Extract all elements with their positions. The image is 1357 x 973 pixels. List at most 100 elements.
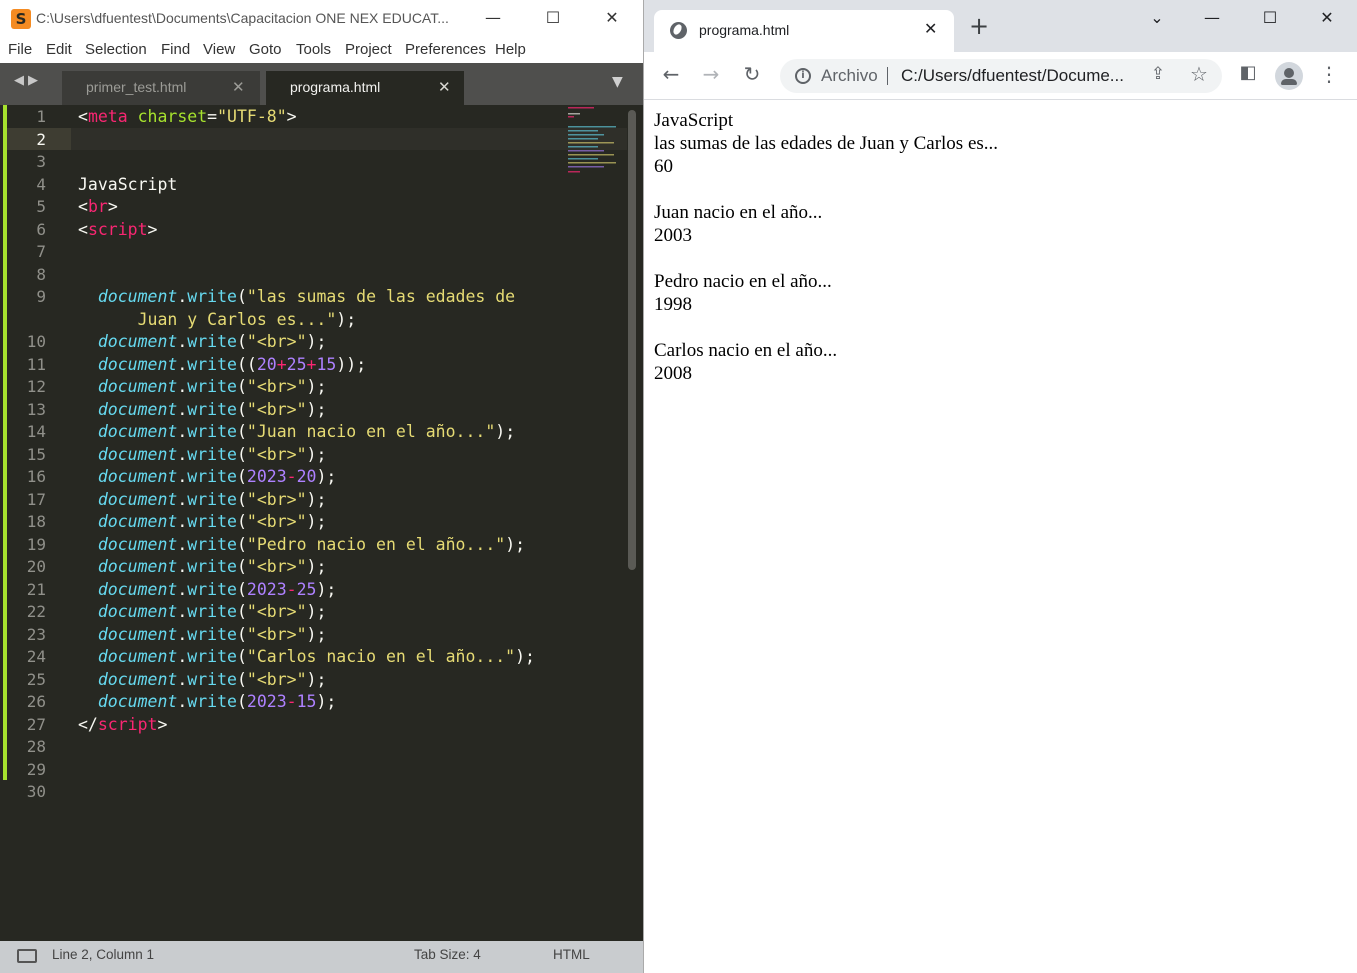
code-line-9-wrap: Juan y Carlos es..."); — [137, 310, 357, 329]
code-line-9: document.write("las sumas de las edades … — [97, 287, 516, 306]
line-number: 16 — [26, 467, 46, 486]
line-number: 25 — [26, 670, 46, 689]
line-number: 7 — [36, 242, 46, 261]
browser-minimize-button[interactable]: — — [1192, 8, 1232, 32]
browser-close-button[interactable]: ✕ — [1307, 8, 1347, 32]
code-line-25: document.write("<br>"); — [97, 670, 327, 689]
code-line-4: JavaScript — [78, 175, 178, 194]
page-text-line: 2003 — [654, 225, 692, 246]
share-icon[interactable]: ⇪ — [1144, 64, 1172, 92]
line-number: 21 — [26, 580, 46, 599]
page-text-line: 1998 — [654, 294, 692, 315]
info-icon[interactable]: i — [795, 68, 811, 84]
line-number: 24 — [26, 647, 46, 666]
tab-dropdown-icon[interactable]: ▼ — [612, 74, 623, 90]
page-text-line: Pedro nacio en el año... — [654, 271, 832, 292]
menu-goto[interactable]: Goto — [249, 41, 282, 58]
status-bar: Line 2, Column 1 Tab Size: 4 HTML — [0, 941, 643, 973]
browser-toolbar: ← → ↻ i Archivo C:/Users/dfuentest/Docum… — [644, 52, 1357, 100]
menu-help[interactable]: Help — [495, 41, 526, 58]
sublime-titlebar: S C:\Users\dfuentest\Documents\Capacitac… — [0, 0, 643, 38]
code-line-21: document.write(2023-25); — [97, 580, 337, 599]
code-line-16: document.write(2023-20); — [97, 467, 337, 486]
line-number: 17 — [26, 490, 46, 509]
tab-size[interactable]: Tab Size: 4 — [414, 947, 481, 962]
syntax-mode[interactable]: HTML — [553, 947, 590, 962]
page-content: JavaScript las sumas de las edades de Jua… — [654, 109, 1344, 385]
browser-tab-strip: programa.html ✕ + ⌄ — ☐ ✕ — [644, 0, 1357, 52]
menu-selection[interactable]: Selection — [85, 41, 147, 58]
vertical-scrollbar[interactable] — [628, 110, 636, 570]
menu-edit[interactable]: Edit — [46, 41, 72, 58]
line-number: 18 — [26, 512, 46, 531]
page-text-line: JavaScript — [654, 110, 734, 131]
line-number: 30 — [26, 782, 46, 801]
tab-close-icon[interactable]: ✕ — [232, 78, 245, 96]
line-number: 19 — [26, 535, 46, 554]
page-text-line — [654, 178, 1344, 201]
minimap[interactable] — [566, 106, 620, 176]
line-number: 12 — [26, 377, 46, 396]
code-editor[interactable]: 1 2 3 4 5 6 7 8 9 10 11 12 13 14 15 16 17 18 19 20 21 22 23 24 2… — [0, 105, 643, 941]
line-number: 29 — [26, 760, 46, 779]
minimize-button[interactable]: — — [478, 4, 508, 32]
line-number: 5 — [36, 197, 46, 216]
code-line-19: document.write("Pedro nacio en el año...… — [97, 535, 526, 554]
browser-maximize-button[interactable]: ☐ — [1250, 8, 1290, 32]
menu-preferences[interactable]: Preferences — [405, 41, 486, 58]
back-icon[interactable]: ← — [657, 62, 685, 90]
tab-nav-arrows-icon[interactable]: ◀▶ — [14, 73, 42, 88]
menu-icon[interactable]: ⋮ — [1315, 62, 1343, 90]
new-tab-button[interactable]: + — [969, 14, 989, 38]
tab-label: programa.html — [290, 79, 381, 95]
side-panel-icon[interactable]: ◧ — [1234, 62, 1262, 90]
code-line-27: </script> — [78, 715, 168, 734]
code-line-26: document.write(2023-15); — [97, 692, 337, 711]
line-number: 2 — [36, 130, 46, 149]
menu-find[interactable]: Find — [161, 41, 190, 58]
close-button[interactable]: ✕ — [597, 4, 627, 32]
reload-icon[interactable]: ↻ — [738, 62, 766, 90]
code-line-20: document.write("<br>"); — [97, 557, 327, 576]
line-number: 1 — [36, 107, 46, 126]
code-line-10: document.write("<br>"); — [97, 332, 327, 351]
profile-icon[interactable] — [1275, 62, 1303, 90]
browser-tab[interactable]: programa.html ✕ — [654, 10, 954, 52]
menu-file[interactable]: File — [8, 41, 32, 58]
code-line-14: document.write("Juan nacio en el año..."… — [97, 422, 516, 441]
code-line-15: document.write("<br>"); — [97, 445, 327, 464]
forward-icon[interactable]: → — [697, 62, 725, 90]
line-number: 26 — [26, 692, 46, 711]
line-number: 8 — [36, 265, 46, 284]
tab-primer-test[interactable]: primer_test.html ✕ — [62, 71, 260, 105]
browser-window: programa.html ✕ + ⌄ — ☐ ✕ ← → ↻ i Archiv… — [643, 0, 1357, 973]
maximize-button[interactable]: ☐ — [538, 4, 568, 32]
line-number: 3 — [36, 152, 46, 171]
star-icon[interactable]: ☆ — [1185, 62, 1213, 90]
url-text[interactable]: C:/Users/dfuentest/Docume... — [901, 66, 1124, 86]
code-line-13: document.write("<br>"); — [97, 400, 327, 419]
menu-view[interactable]: View — [203, 41, 235, 58]
code-line-11: document.write((20+25+15)); — [97, 355, 367, 374]
tab-search-icon[interactable]: ⌄ — [1137, 8, 1177, 32]
site-info-label[interactable]: Archivo — [821, 66, 878, 86]
code-line-12: document.write("<br>"); — [97, 377, 327, 396]
menu-tools[interactable]: Tools — [296, 41, 331, 58]
tab-bar: ◀▶ primer_test.html ✕ programa.html ✕ ▼ — [0, 63, 643, 105]
sublime-logo-icon: S — [11, 9, 31, 29]
tab-close-icon[interactable]: ✕ — [438, 78, 451, 96]
line-number: 11 — [26, 355, 46, 374]
code-line-6: <script> — [78, 220, 158, 239]
panel-toggle-icon[interactable] — [17, 949, 37, 963]
code-line-1: <meta charset="UTF-8"> — [78, 107, 297, 126]
window-title: C:\Users\dfuentest\Documents\Capacitacio… — [36, 10, 449, 26]
sublime-window: S C:\Users\dfuentest\Documents\Capacitac… — [0, 0, 643, 973]
menu-project[interactable]: Project — [345, 41, 392, 58]
code-line-22: document.write("<br>"); — [97, 602, 327, 621]
tab-programa[interactable]: programa.html ✕ — [266, 71, 464, 105]
current-line-highlight — [71, 128, 627, 150]
browser-tab-close-icon[interactable]: ✕ — [924, 19, 937, 38]
browser-tab-title: programa.html — [699, 22, 790, 38]
page-text-line — [654, 316, 1344, 339]
code-line-23: document.write("<br>"); — [97, 625, 327, 644]
